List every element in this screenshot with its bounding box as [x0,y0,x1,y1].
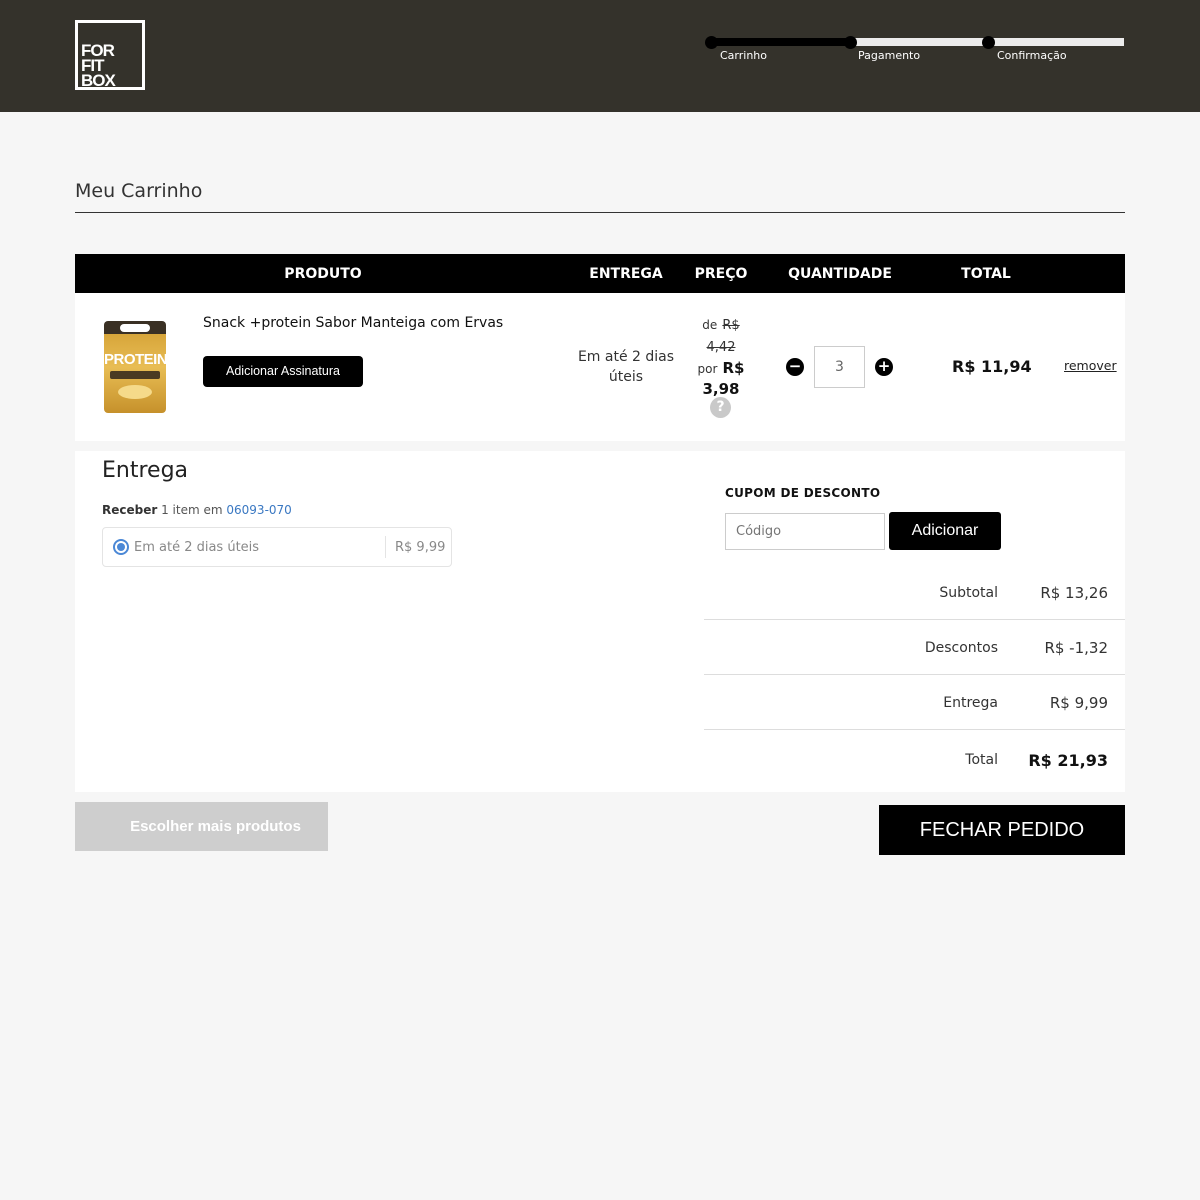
total-label: Total [965,752,998,768]
apply-coupon-button[interactable]: Adicionar [889,512,1001,550]
delivery-receive-info: Receber 1 item em 06093-070 [102,503,292,517]
title-divider [75,212,1125,213]
quantity-minus-icon[interactable]: − [786,358,804,376]
coupon-title: CUPOM DE DESCONTO [725,486,881,500]
forfitbox-logo[interactable]: FOR FIT BOX [75,20,145,90]
column-header-product: PRODUTO [284,266,362,282]
delivery-zip-link[interactable]: 06093-070 [226,503,291,517]
step-label-confirmation: Confirmação [997,49,1067,62]
price-from-prefix: de [702,318,718,332]
item-price: de R$ 4,42 por R$ 3,98 [687,314,755,399]
column-header-delivery: ENTREGA [589,266,663,282]
quantity-plus-icon[interactable]: + [875,358,893,376]
step-dot-cart [705,36,718,49]
progress-fill [710,38,849,46]
summary-total-row: Total R$ 21,93 [704,732,1125,787]
delivery-option-label: Em até 2 dias úteis [134,540,260,555]
step-label-payment: Pagamento [858,49,921,62]
subtotal-label: Subtotal [939,585,998,601]
delivery-option-price: R$ 9,99 [395,540,446,555]
product-image-band [110,371,160,379]
shipping-value: R$ 9,99 [1049,694,1108,712]
summary-shipping-row: Entrega R$ 9,99 [704,675,1125,730]
add-subscription-button[interactable]: Adicionar Assinatura [203,356,363,387]
checkout-button[interactable]: FECHAR PEDIDO [879,805,1125,855]
subtotal-value: R$ 13,26 [1040,584,1108,602]
product-image[interactable]: PROTEIN [104,321,168,413]
product-image-label: PROTEIN [104,351,168,368]
delivery-option-divider [385,536,386,558]
page-title: Meu Carrinho [75,180,203,202]
summary-discount-row: Descontos R$ -1,32 [704,620,1125,675]
product-image-brand [120,324,150,332]
product-name[interactable]: Snack +protein Sabor Manteiga com Ervas [203,315,503,331]
cart-table-header: PRODUTO ENTREGA PREÇO QUANTIDADE TOTAL [75,254,1125,293]
remove-item-link[interactable]: remover [1064,358,1117,373]
discount-label: Descontos [924,640,998,656]
column-header-quantity: QUANTIDADE [788,266,892,282]
summary-divider [704,729,1125,730]
coupon-code-input[interactable] [725,513,885,550]
step-label-cart: Carrinho [720,49,768,62]
receive-middle: 1 item em [161,503,223,517]
delivery-option[interactable]: Em até 2 dias úteis R$ 9,99 [102,527,452,567]
discount-value: R$ -1,32 [1044,639,1108,657]
total-value: R$ 21,93 [1028,751,1108,770]
site-header: FOR FIT BOX Carrinho Pagamento Confirmaç… [0,0,1200,112]
step-dot-confirmation [982,36,995,49]
delivery-title: Entrega [102,458,189,483]
logo-text-line: BOX [81,71,116,90]
column-header-price: PREÇO [694,266,748,282]
delivery-option-radio[interactable] [113,539,129,555]
delivery-summary-panel: Entrega Receber 1 item em 06093-070 Em a… [75,451,1125,792]
price-help-icon[interactable]: ? [710,397,731,418]
cart-item-row: PROTEIN Snack +protein Sabor Manteiga co… [75,293,1125,441]
step-dot-payment [844,36,857,49]
checkout-progress: Carrinho Pagamento Confirmação [705,36,1125,76]
shipping-label: Entrega [943,695,998,711]
quantity-input[interactable]: 3 [814,346,865,388]
item-total: R$ 11,94 [952,357,1032,376]
price-to-prefix: por [697,362,718,376]
product-image-snack [118,385,152,399]
choose-more-products-button[interactable]: Escolher mais produtos [75,802,328,851]
item-delivery-time: Em até 2 dias úteis [577,349,675,385]
receive-prefix: Receber [102,503,158,517]
summary-subtotal-row: Subtotal R$ 13,26 [704,565,1125,620]
column-header-total: TOTAL [961,266,1011,282]
